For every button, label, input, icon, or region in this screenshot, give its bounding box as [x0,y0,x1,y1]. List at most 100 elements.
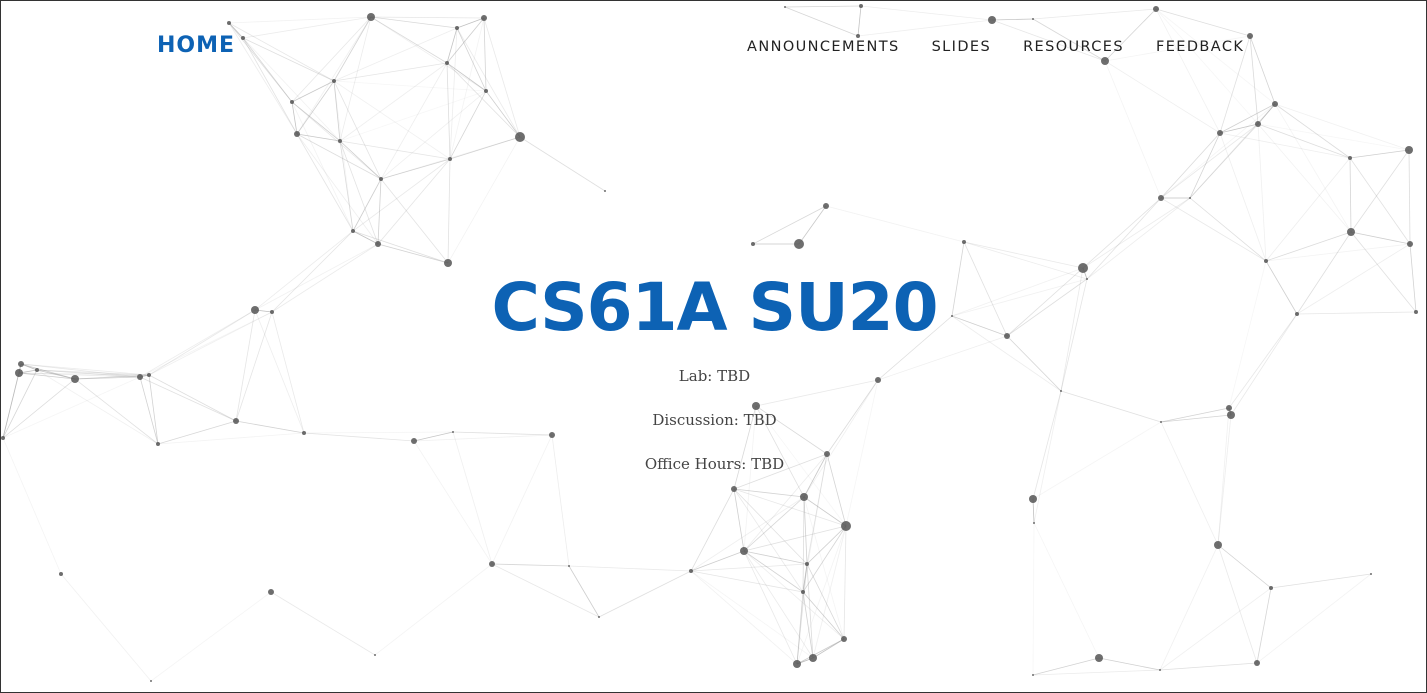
network-node [448,157,452,161]
network-link [60,573,152,682]
network-link [1217,544,1272,589]
network-link [150,591,272,682]
network-link [784,6,859,37]
network-node [455,26,459,30]
network-node [1029,495,1037,503]
network-node [150,680,152,682]
network-link [1098,657,1161,671]
network-link [296,80,335,135]
network-link [1155,8,1259,125]
network-link [690,570,804,593]
network-node [444,259,452,267]
network-node [59,572,63,576]
network-node [1,436,5,440]
network-link [270,591,376,656]
network-node [1247,33,1253,39]
network-node [841,521,851,531]
particle-network-background [1,4,1418,682]
network-node [856,34,860,38]
network-link [1350,231,1411,245]
network-node [1255,121,1261,127]
network-link [370,16,485,19]
network-link [228,22,298,135]
network-link [339,140,379,245]
network-node [568,565,570,567]
network-node [332,79,336,83]
nav-link-feedback[interactable]: FEEDBACK [1156,39,1244,55]
network-node [227,21,231,25]
network-link [857,19,993,37]
network-node [302,431,306,435]
network-link [1032,522,1035,676]
network-node [452,431,454,433]
network-node [793,660,801,668]
network-link [380,90,487,180]
lab-info: Lab: TBD [678,367,751,385]
network-node [1348,156,1352,160]
network-link [1032,8,1157,20]
network-link [1265,243,1411,262]
network-link [1274,103,1410,151]
network-link [1160,197,1267,262]
network-link [2,378,76,439]
network-link [743,550,798,665]
network-link [796,591,804,665]
network-link [598,570,692,618]
network-node [375,241,381,247]
network-node [1264,259,1268,263]
network-node [751,242,755,246]
network-link [228,16,372,24]
network-link [845,379,879,527]
network-node [241,36,245,40]
network-link [1189,123,1259,199]
network-node [1214,541,1222,549]
network-link [1217,544,1258,664]
network-node [962,240,966,244]
network-link [242,37,298,135]
home-link[interactable]: HOME [157,33,235,58]
network-link [1257,123,1267,262]
network-link [380,62,448,180]
network-node [294,131,300,137]
network-node [784,6,786,8]
network-link [743,525,847,552]
network-node [1159,669,1161,671]
network-link [825,205,965,243]
network-link [743,496,805,552]
network-link [1104,60,1162,199]
network-node [841,636,847,642]
network-link [1155,8,1221,134]
office-hours-info: Office Hours: TBD [644,455,785,473]
network-node [805,562,809,566]
network-link [1033,522,1100,659]
network-node [489,561,495,567]
network-node [374,654,376,656]
network-link [303,432,415,442]
network-link [148,374,159,445]
network-link [1274,103,1352,233]
network-link [1219,103,1276,134]
network-link [802,525,847,593]
network-link [380,178,449,264]
network-link [1082,197,1191,269]
network-node [1217,130,1223,136]
network-node [411,438,417,444]
nav-link-slides[interactable]: SLIDES [932,39,992,55]
network-link [803,379,879,498]
network-link [452,431,553,436]
network-link [1159,587,1272,671]
network-link [1256,587,1272,664]
network-link [1160,123,1259,199]
network-node [1269,586,1273,590]
network-link [1032,390,1062,500]
network-node [1189,197,1191,199]
network-node [800,493,808,501]
network-link [784,5,862,8]
network-link [798,205,827,245]
nav-link-resources[interactable]: RESOURCES [1023,39,1124,55]
network-node [731,486,737,492]
network-link [352,230,449,264]
network-link [690,488,735,572]
nav-link-announcements[interactable]: ANNOUNCEMENTS [747,39,900,55]
network-link [1189,132,1221,199]
